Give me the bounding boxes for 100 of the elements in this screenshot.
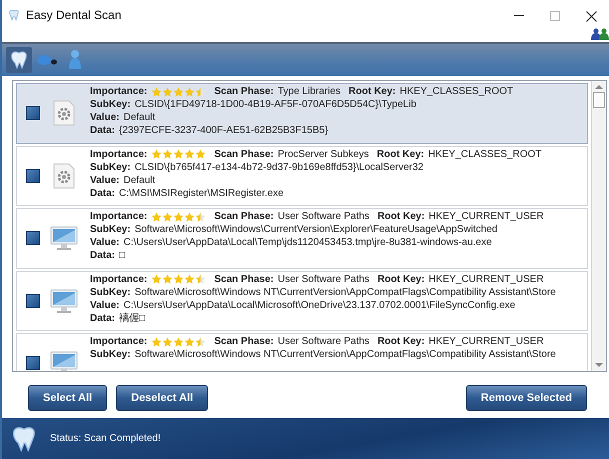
result-row[interactable]: Importance: Scan Phase: Type Libraries Root Key: HKEY_CLASSES_ROOT SubKey: CLSID\{1FD49718-1D00-4B19-AF5F-070AF6D5D54C}\TypeLib Value: Default Data: {2397ECFE-3237-400F-AE51-62B25B3F15B5} [16,83,588,144]
maximize-icon [550,11,560,21]
scroll-up-icon[interactable] [595,84,603,90]
star-icon [195,212,206,222]
field-value: HKEY_CURRENT_USER [428,335,544,348]
close-icon [586,10,596,22]
field-label: Scan Phase: [214,272,274,286]
star-icon [151,274,162,284]
field-value: Default [123,174,156,186]
star-icon [195,149,206,159]
field-value: CLSID\{1FD49718-1D00-4B19-AF5F-070AF6D5D54C}\TypeLib [134,98,416,111]
field-label: Importance: [90,335,148,348]
star-icon [184,274,196,284]
field-value: Default [123,111,156,124]
field-value: User Software Paths [278,335,370,348]
field-value: C:\MSI\MSIRegister\MSIRegister.exe [119,186,284,200]
figure-icon [67,49,83,71]
checkbox[interactable] [26,168,40,183]
star-icon [162,274,174,284]
star-icon [162,86,174,96]
result-row[interactable] [16,208,588,268]
field-value: HKEY_CLASSES_ROOT [400,85,514,98]
checkbox[interactable] [26,106,40,120]
field-value: User Software Paths [278,210,370,223]
field-label: SubKey: [90,98,131,111]
monitor-icon [50,224,78,252]
field-label: Data: [90,312,116,324]
field-label: Scan Phase: [214,85,274,98]
users-icon[interactable] [591,28,609,40]
star-icon [173,212,184,222]
star-icon [184,336,196,346]
field-value: CLSID\{b765f417-e134-4b72-9d37-9b169e8ffd53}\LocalServer32 [134,160,424,174]
field-label: Importance: [90,85,148,98]
field-label: Data: [90,249,116,262]
result-row[interactable]: Importance: Scan Phase: ProcServer Subkeys Root Key: HKEY_CLASSES_ROOT SubKey: CLSID\{b765f417-e134-4b72-9d37-9b169e8ffd53}\LocalServer32 Value: Default Data: C:\MSI\MSIRegister\MSIRegister.exe [16,146,588,206]
field-value: HKEY_CLASSES_ROOT [428,148,542,160]
field-label: SubKey: [90,223,131,236]
field-label: Importance: [90,272,148,286]
field-label: Value: [90,236,120,249]
action-button[interactable]: Remove Selected [466,385,587,411]
toolbar-tab[interactable] [6,47,32,73]
star-icon [162,149,174,159]
scrollbar[interactable] [591,81,606,371]
tooth-icon [9,50,29,70]
field-label: Root Key: [377,210,425,223]
field-value: HKEY_CURRENT_USER [428,272,544,286]
field-label: Scan Phase: [214,148,274,160]
field-label: Value: [90,174,120,186]
field-value: HKEY_CURRENT_USER [428,210,544,223]
star-icon [184,212,196,222]
minimize-icon [514,15,524,17]
star-icon [151,149,162,159]
star-icon [173,149,184,159]
field-label: SubKey: [90,160,131,174]
star-icon [195,274,206,284]
star-icon [151,336,162,346]
star-icon [151,212,162,222]
action-button[interactable]: Deselect All [116,385,208,411]
field-value: C:\Users\User\AppData\Local\Microsoft\OneDrive\23.137.0702.0001\FileSyncConfig.exe [123,298,516,312]
scroll-thumb[interactable] [593,92,605,108]
monitor-icon [50,349,78,371]
mouse-icon [36,53,58,67]
star-icon [173,274,184,284]
field-label: Importance: [90,148,148,160]
status-text: Status: Scan Completed! [50,433,161,444]
field-label: Data: [90,124,116,137]
result-row[interactable]: Importance: Scan Phase: User Software Paths Root Key: HKEY_CURRENT_USER SubKey: Software\Microsoft\Windows NT\CurrentVersion\AppCompatFlags\Compatibility Assistant\Store [16,333,588,371]
result-row[interactable] [16,270,588,331]
star-icon [195,86,206,96]
action-button[interactable]: Select All [28,385,108,411]
field-label: Root Key: [376,148,424,160]
field-value: User Software Paths [278,272,370,286]
star-icon [151,86,162,96]
field-label: Root Key: [377,335,425,348]
app-logo-icon [8,9,20,21]
field-value: Type Libraries [278,85,341,98]
star-icon [173,86,184,96]
star-icon [162,212,174,222]
field-value: {2397ECFE-3237-400F-AE51-62B25B3F15B5} [119,124,328,137]
field-value: ProcServer Subkeys [278,148,369,160]
checkbox[interactable] [26,356,40,370]
monitor-icon [50,286,78,315]
field-value: Software\Microsoft\Windows NT\CurrentVersion\AppCompatFlags\Compatibility Assistant\Store [134,286,556,298]
field-value: C:\Users\User\AppData\Local\Temp\jds1120453453.tmp\jre-8u381-windows-au.exe [123,236,492,249]
field-value: □ [119,249,126,262]
window-title: Easy Dental Scan [26,8,122,22]
field-value: 褵偓□ [119,312,146,324]
star-icon [173,336,184,346]
field-label: SubKey: [90,286,131,298]
checkbox[interactable] [26,294,40,308]
field-value: Software\Microsoft\Windows NT\CurrentVersion\AppCompatFlags\Compatibility Assistant\Store [134,348,556,361]
field-label: Value: [90,298,120,312]
field-label: Data: [90,186,116,200]
scroll-down-icon[interactable] [595,362,603,368]
close-button[interactable] [583,8,599,24]
checkbox[interactable] [26,231,40,246]
field-value: Software\Microsoft\Windows\CurrentVersion\Explorer\FeatureUsage\AppSwitched [134,223,498,236]
field-label: Scan Phase: [214,335,274,348]
field-label: Root Key: [348,85,396,98]
star-icon [195,336,206,346]
